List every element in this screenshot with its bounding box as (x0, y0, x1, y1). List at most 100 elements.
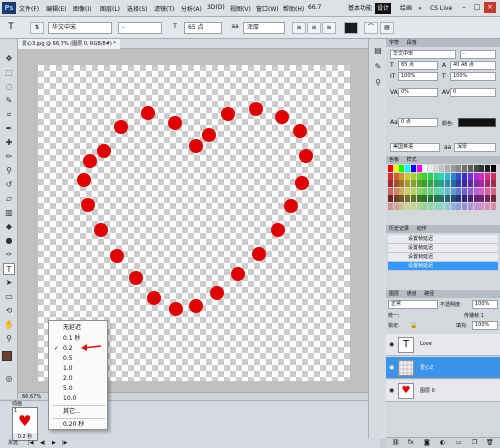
color-swatch[interactable] (467, 180, 473, 187)
color-swatch[interactable] (479, 165, 485, 172)
vertical-scale-field[interactable]: 100% (398, 72, 438, 81)
color-swatch[interactable] (410, 165, 416, 172)
color-swatch[interactable] (399, 195, 405, 202)
tracking-field[interactable]: 0% (398, 88, 438, 97)
color-swatch[interactable] (416, 202, 422, 210)
font-size-select[interactable]: 65 点 (184, 22, 222, 34)
workspace-design[interactable]: 设计 (375, 3, 392, 14)
color-swatch[interactable] (490, 202, 496, 210)
tab-styles[interactable]: 样式 (407, 157, 417, 163)
delay-option-0-5[interactable]: 0.5 (63, 355, 73, 363)
layer-name[interactable]: 图层 0 (420, 387, 435, 394)
color-swatch[interactable] (393, 165, 399, 172)
color-swatch[interactable] (422, 187, 428, 195)
language-select[interactable]: 美国英语 (390, 143, 440, 152)
character-style-select[interactable]: - (460, 50, 496, 59)
quick-mask-icon[interactable]: ◎ (3, 373, 15, 385)
color-swatch[interactable] (388, 180, 393, 187)
color-swatch[interactable] (439, 180, 445, 187)
workspace-painting[interactable]: 绘画 (398, 3, 414, 14)
color-swatch[interactable] (456, 180, 462, 187)
horizontal-scale-field[interactable]: 100% (450, 72, 496, 81)
color-swatch[interactable] (422, 172, 428, 180)
color-swatch[interactable] (484, 202, 490, 210)
close-icon[interactable]: × (484, 2, 496, 13)
shape-tool-icon[interactable]: ▭ (3, 291, 15, 303)
color-swatch[interactable] (467, 187, 473, 195)
color-swatch[interactable] (467, 195, 473, 202)
color-swatch[interactable] (405, 187, 411, 195)
zoom-tool-icon[interactable]: ⚲ (3, 333, 15, 345)
align-right-icon[interactable]: ≡ (322, 22, 336, 34)
color-swatch[interactable] (473, 165, 479, 172)
blend-mode-select[interactable]: 正常 (388, 300, 438, 309)
text-color-swatch[interactable] (344, 22, 358, 34)
visibility-eye-icon[interactable]: ◉ (389, 341, 394, 348)
clone-panel-icon[interactable]: ⚲ (372, 77, 384, 89)
color-swatch[interactable] (416, 195, 422, 202)
visibility-eye-icon[interactable]: ◉ (389, 364, 394, 371)
color-swatch[interactable] (450, 180, 456, 187)
color-swatch[interactable] (433, 172, 439, 180)
color-swatch[interactable] (473, 187, 479, 195)
trash-icon[interactable]: 🗑 (486, 439, 494, 446)
color-swatch[interactable] (456, 195, 462, 202)
color-swatch[interactable] (410, 180, 416, 187)
tab-paragraph[interactable]: 段落 (407, 40, 417, 46)
color-swatch[interactable] (427, 187, 433, 195)
character-size-field[interactable]: 65 点 (398, 61, 438, 70)
color-swatch[interactable] (445, 165, 450, 172)
menu-analysis[interactable]: 分析(A) (181, 4, 202, 13)
color-swatch[interactable] (462, 172, 468, 180)
color-swatch[interactable] (456, 202, 462, 210)
tab-paths[interactable]: 路径 (424, 291, 434, 297)
color-swatch[interactable] (484, 187, 490, 195)
color-swatch[interactable] (433, 202, 439, 210)
color-swatch[interactable] (399, 165, 405, 172)
color-swatch[interactable] (393, 180, 399, 187)
color-swatch[interactable] (467, 165, 473, 172)
color-swatch[interactable] (456, 172, 462, 180)
link-layers-icon[interactable]: ⛓ (392, 439, 400, 446)
minimize-icon[interactable]: – (458, 2, 470, 13)
menu-filter[interactable]: 滤镜(T) (154, 4, 174, 13)
type-tool-icon[interactable]: T (3, 263, 15, 275)
next-frame-icon[interactable]: |▶ (62, 439, 68, 447)
color-swatch[interactable] (450, 195, 456, 202)
color-swatch[interactable] (410, 195, 416, 202)
zoom-field[interactable]: 66.7 (308, 4, 321, 11)
color-swatch[interactable] (467, 172, 473, 180)
color-swatch[interactable] (462, 195, 468, 202)
color-swatch[interactable] (388, 165, 393, 172)
crop-tool-icon[interactable]: ⌗ (3, 109, 15, 121)
text-orientation-icon[interactable]: ⇅ (30, 22, 44, 34)
color-swatch[interactable] (450, 165, 456, 172)
color-swatch[interactable] (439, 195, 445, 202)
color-swatch[interactable] (416, 180, 422, 187)
delay-option-1-0[interactable]: 1.0 (63, 365, 73, 373)
color-swatch[interactable] (427, 172, 433, 180)
lasso-tool-icon[interactable]: ◌ (3, 81, 15, 93)
workspace-essentials[interactable]: 基本功能 (346, 3, 374, 14)
color-swatch[interactable] (410, 202, 416, 210)
color-swatch[interactable] (433, 165, 439, 172)
text-tool-icon[interactable]: T (4, 22, 18, 34)
color-swatch[interactable] (393, 195, 399, 202)
color-swatch[interactable] (479, 195, 485, 202)
cs-live-button[interactable]: CS Live (428, 3, 454, 14)
layer-row-selected[interactable]: ◉ 爱心2 (386, 357, 500, 379)
color-swatch[interactable] (439, 172, 445, 180)
menu-window[interactable]: 窗口(W) (256, 4, 279, 13)
color-swatch[interactable] (399, 172, 405, 180)
color-swatch[interactable] (473, 172, 479, 180)
color-swatch[interactable] (405, 180, 411, 187)
color-swatch[interactable] (445, 180, 450, 187)
tab-actions[interactable]: 动作 (417, 226, 427, 232)
color-swatch[interactable] (462, 202, 468, 210)
font-family-select[interactable]: 华文中宋 (48, 22, 112, 34)
color-swatch[interactable] (439, 202, 445, 210)
gradient-tool-icon[interactable]: ▥ (3, 207, 15, 219)
delay-option-none[interactable]: 无延迟 (63, 324, 81, 332)
color-swatch[interactable] (433, 180, 439, 187)
marquee-tool-icon[interactable]: ⬚ (3, 67, 15, 79)
